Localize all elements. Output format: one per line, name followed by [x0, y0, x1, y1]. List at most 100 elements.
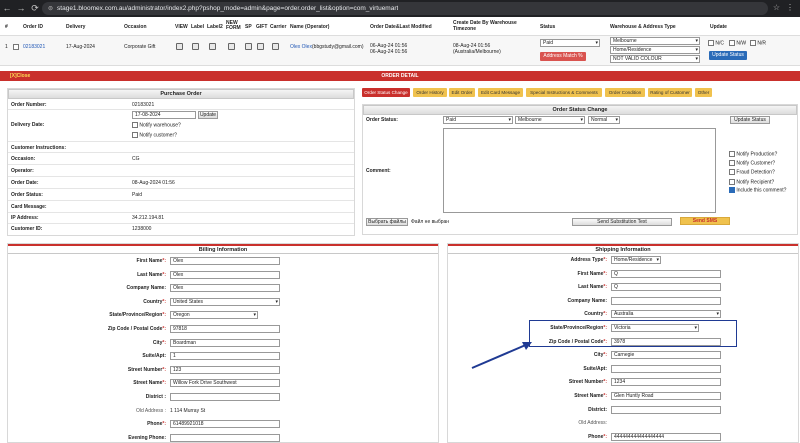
billing-input-1[interactable]: Olex [170, 270, 280, 279]
back-icon[interactable]: ← [0, 0, 14, 17]
label2-icon[interactable] [209, 43, 216, 52]
shipping-input-3[interactable] [611, 296, 721, 305]
tab-order-condition[interactable]: Order Condition [605, 88, 645, 97]
extensions-icon[interactable]: ⋮ [786, 3, 794, 12]
view-icon[interactable] [176, 43, 183, 52]
shipping-input-2[interactable]: Q [611, 283, 721, 292]
shipping-input-9[interactable]: 1234 [611, 378, 721, 387]
shipping-input-11[interactable] [611, 405, 721, 414]
status-select[interactable]: Paid [540, 39, 600, 47]
notify-warehouse-checkbox[interactable]: Notify warehouse? [132, 122, 181, 128]
new-form-icon[interactable] [228, 43, 235, 52]
billing-input-12[interactable]: 61489921018 [170, 420, 280, 429]
carrier-icon[interactable] [272, 43, 279, 52]
tab-rating-of-customer[interactable]: Rating of Customer [648, 88, 692, 97]
tab-edit-order[interactable]: Edit Order [449, 88, 475, 97]
choose-files-button[interactable]: Выбрать файлы [366, 218, 408, 226]
status-change-warehouse-select[interactable]: Melbourne [515, 116, 585, 124]
col-order-date[interactable]: Order Date&Last Modified [370, 24, 432, 30]
status-change-update-button[interactable]: Update Status [730, 116, 770, 124]
billing-label-text-7: Suite/Apt: [142, 353, 166, 360]
nw-checkbox[interactable]: N/W [729, 40, 746, 46]
notify-customer-status-checkbox[interactable]: Notify Customer? [729, 160, 775, 166]
update-status-button[interactable]: Update Status [709, 51, 747, 60]
create-timezone: (Australia/Melbourne) [453, 49, 501, 55]
site-info-icon[interactable]: ⊜ [48, 5, 53, 12]
colour-select[interactable]: NOT VALID COLOUR [610, 55, 700, 63]
purchase-order-panel: Purchase Order Order Number: 02183021 De… [7, 88, 355, 236]
notify-customer-checkbox[interactable]: Notify customer? [132, 132, 177, 138]
delivery-date: 17-Aug-2024 [66, 44, 95, 50]
shipping-label-13: Phone*: [588, 434, 607, 440]
nc-label: N/C [715, 40, 725, 47]
billing-input-7[interactable]: 1 [170, 352, 280, 361]
shipping-input-8[interactable] [611, 364, 721, 373]
billing-input-0[interactable]: Olex [170, 257, 280, 265]
address-bar[interactable]: ⊜ stage1.bloomex.com.au/administrator/in… [42, 2, 768, 15]
shipping-label-text-7: City [593, 352, 604, 359]
bookmark-star-icon[interactable]: ☆ [773, 3, 780, 12]
delivery-update-button[interactable]: Update [198, 111, 218, 119]
notify-production-checkbox[interactable]: Notify Production? [729, 151, 777, 157]
shipping-input-13[interactable]: 444444444444444444 [611, 432, 721, 441]
status-change-select[interactable]: Paid [443, 116, 513, 124]
billing-input-9[interactable]: Willow Fork Drive Southwest [170, 379, 280, 388]
tab-order-history[interactable]: Order History [413, 88, 447, 97]
billing-input-5[interactable]: 97818 [170, 325, 280, 333]
nc-checkbox[interactable]: N/C [708, 40, 724, 46]
shipping-label-12: Old Address: [578, 420, 607, 426]
label-icon[interactable] [192, 43, 199, 52]
comment-textarea[interactable] [443, 128, 716, 213]
row-select-checkbox[interactable] [13, 44, 19, 50]
forward-icon[interactable]: → [14, 0, 28, 17]
sp-icon[interactable] [245, 43, 252, 52]
billing-label-8: Street Number*: [128, 367, 166, 373]
required-marker: *: [162, 421, 166, 428]
shipping-label-1: First Name*: [578, 271, 607, 277]
send-sms-button[interactable]: Send SMS [680, 217, 730, 225]
address-match-button[interactable]: Address Match % [540, 52, 586, 61]
send-substitution-button[interactable]: Send Substitution Text [572, 218, 672, 226]
required-marker: *: [162, 380, 166, 387]
col-name[interactable]: Name (Operator) [290, 24, 329, 30]
shipping-input-7[interactable]: Carnegie [611, 351, 721, 360]
tab-other[interactable]: Other [695, 88, 712, 97]
priority-select[interactable]: Normal [588, 116, 620, 124]
warehouse-select[interactable]: Melbourne [610, 37, 700, 45]
col-delivery[interactable]: Delivery [66, 24, 85, 30]
shipping-select-4[interactable]: Australia [611, 310, 721, 319]
billing-input-13[interactable] [170, 433, 280, 442]
tab-edit-card-message[interactable]: Edit Card Message [478, 88, 523, 97]
billing-select-4[interactable]: Oregon [170, 311, 258, 320]
delivery-date-input[interactable]: 17-08-2024 [132, 111, 196, 119]
fraud-detection-checkbox[interactable]: Fraud Detection? [729, 169, 775, 175]
shipping-input-1[interactable]: Q [611, 269, 721, 278]
gift-icon[interactable] [257, 43, 264, 52]
required-marker: *: [162, 298, 166, 305]
billing-input-6[interactable]: Boardman [170, 338, 280, 347]
col-order-id[interactable]: Order ID [23, 24, 43, 30]
tab-order-status-change[interactable]: Order Status Change [362, 88, 410, 97]
col-status[interactable]: Status [540, 24, 555, 30]
nr-checkbox[interactable]: N/R [750, 40, 766, 46]
billing-label-10: District : [146, 394, 166, 400]
billing-label-text-4: State/Province/Region [109, 312, 163, 319]
billing-input-2[interactable]: Olex [170, 284, 280, 293]
billing-input-8[interactable]: 123 [170, 365, 280, 374]
billing-label-6: City*: [153, 340, 166, 346]
order-id-link[interactable]: 02183021 [23, 44, 45, 50]
shipping-label-3: Company Name: [568, 298, 607, 304]
reload-icon[interactable]: ⟳ [28, 0, 42, 17]
annotation-highlight-box [529, 320, 737, 347]
customer-name-link[interactable]: Olex Olex [290, 44, 312, 50]
billing-select-3[interactable]: United States [170, 297, 280, 306]
notify-recipient-checkbox[interactable]: Notify Recipient? [729, 179, 774, 185]
shipping-select-0[interactable]: Home/Residence [611, 256, 661, 264]
col-occasion[interactable]: Occasion [124, 24, 147, 30]
shipping-input-10[interactable]: Glen Huntly Road [611, 392, 721, 400]
tab-special-instructions[interactable]: Special Instructions & Comments [526, 88, 602, 97]
address-type-select[interactable]: Home/Residence [610, 46, 700, 54]
delivery-date-label: Delivery Date: [11, 122, 45, 128]
include-comment-checkbox[interactable]: Include this comment? [729, 187, 786, 193]
billing-input-10[interactable] [170, 393, 280, 401]
